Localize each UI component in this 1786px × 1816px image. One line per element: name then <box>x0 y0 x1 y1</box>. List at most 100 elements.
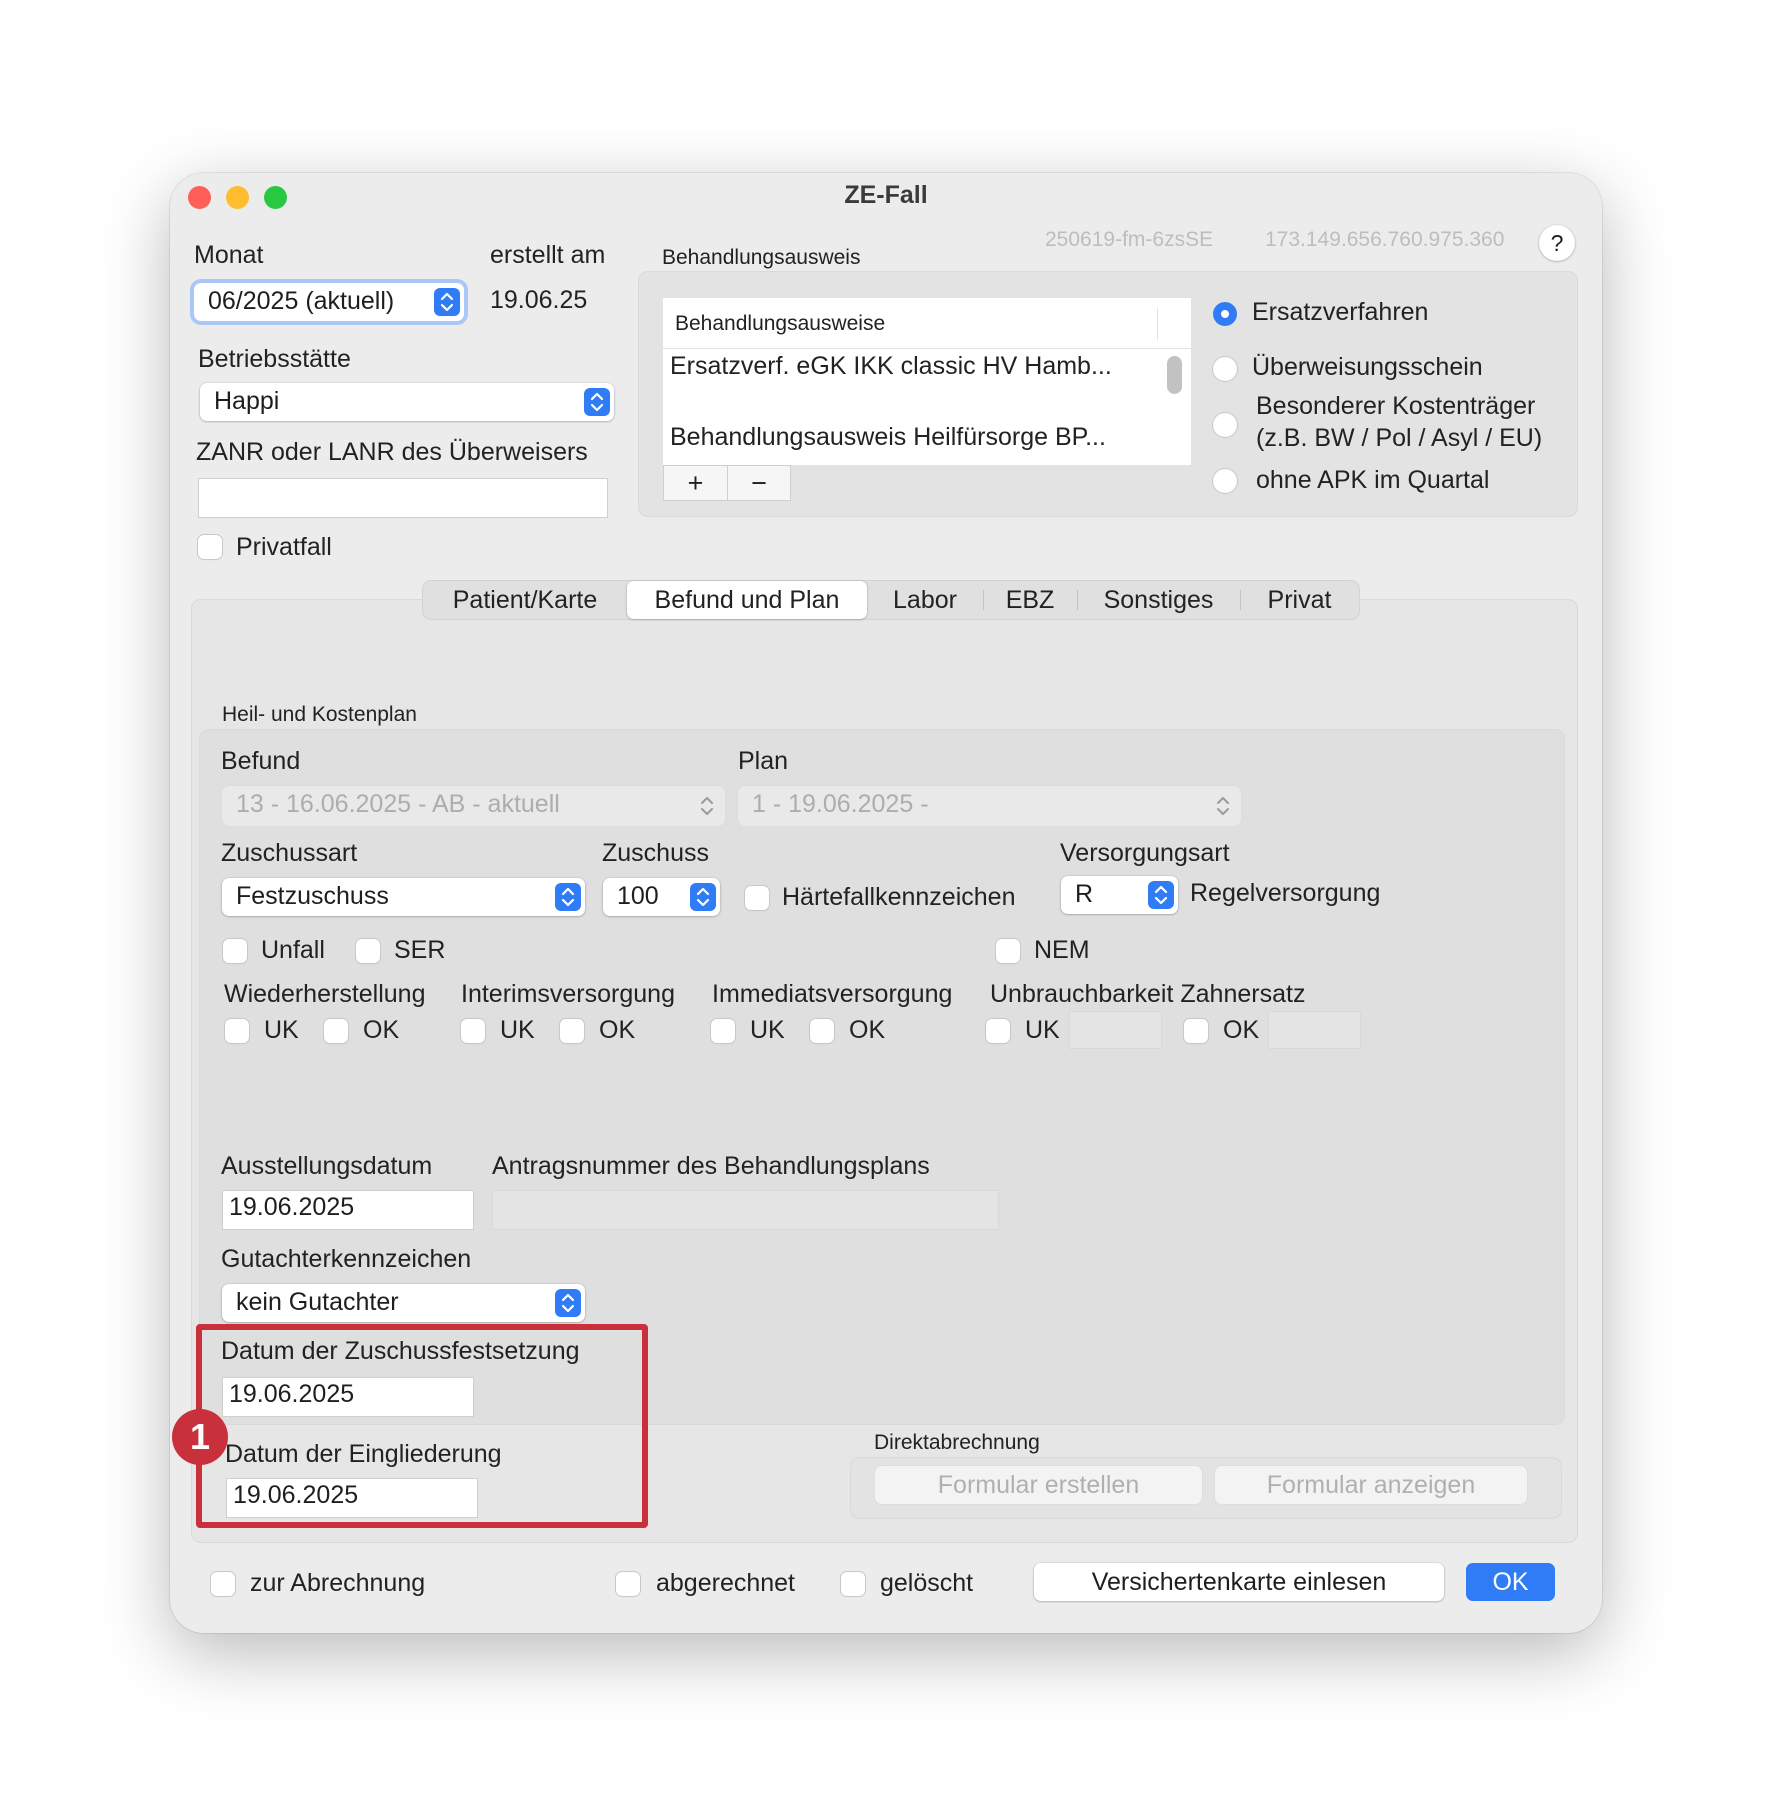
betriebsstaette-select[interactable]: Happi <box>200 383 614 421</box>
versichertenkarte-einlesen-button[interactable]: Versichertenkarte einlesen <box>1034 1563 1444 1601</box>
zur-abrechnung-checkbox[interactable] <box>211 1572 235 1596</box>
add-remove-control: + − <box>663 465 791 501</box>
befund-label: Befund <box>221 747 301 775</box>
tab-patient-karte[interactable]: Patient/Karte <box>423 581 627 619</box>
unfall-label: Unfall <box>261 936 325 964</box>
radio-ueberweisungsschein[interactable] <box>1213 357 1237 381</box>
zanr-input[interactable] <box>198 478 608 518</box>
uk-label: UK <box>500 1016 535 1044</box>
zuschuss-select[interactable]: 100 <box>603 878 720 916</box>
radio-besonderer-kostentraeger[interactable] <box>1213 413 1237 437</box>
immediats-uk-checkbox[interactable] <box>711 1019 735 1043</box>
zuschussart-label: Zuschussart <box>221 839 358 867</box>
ok-label: OK <box>363 1016 400 1044</box>
zuschuss-value: 100 <box>617 882 659 910</box>
tab-ebz[interactable]: EBZ <box>983 581 1077 619</box>
antragsnummer-label: Antragsnummer des Behandlungsplans <box>492 1152 930 1180</box>
ok-button[interactable]: OK <box>1466 1563 1555 1601</box>
uk-label: UK <box>264 1016 299 1044</box>
zuschussart-value: Festzuschuss <box>236 882 389 910</box>
unfall-checkbox[interactable] <box>223 939 247 963</box>
immediatsversorgung-label: Immediatsversorgung <box>712 980 953 1008</box>
monat-select[interactable]: 06/2025 (aktuell) <box>194 283 464 321</box>
chevron-updown-icon <box>434 288 460 316</box>
privatfall-checkbox[interactable] <box>198 535 222 559</box>
radio-ohne-apk-label: ohne APK im Quartal <box>1256 466 1490 494</box>
abgerechnet-checkbox[interactable] <box>616 1572 640 1596</box>
help-button[interactable]: ? <box>1539 225 1575 261</box>
formular-anzeigen-button[interactable]: Formular anzeigen <box>1215 1466 1527 1504</box>
ausstellungsdatum-label: Ausstellungsdatum <box>221 1152 433 1180</box>
list-item[interactable]: Behandlungsausweis Heilfürsorge BP... <box>670 423 1106 452</box>
befund-select[interactable]: 13 - 16.06.2025 - AB - aktuell <box>222 786 725 826</box>
haertefall-checkbox[interactable] <box>745 886 769 910</box>
monat-value: 06/2025 (aktuell) <box>208 287 395 315</box>
haertefall-label: Härtefallkennzeichen <box>782 883 1016 911</box>
radio-ueberweisungsschein-label: Überweisungsschein <box>1252 353 1483 381</box>
tab-sonstiges[interactable]: Sonstiges <box>1077 581 1240 619</box>
immediats-ok-checkbox[interactable] <box>810 1019 834 1043</box>
versorgungsart-description: Regelversorgung <box>1190 879 1381 907</box>
radio-besonderer-kostentraeger-label: Besonderer Kostenträger <box>1256 392 1536 420</box>
plan-value: 1 - 19.06.2025 - <box>752 790 929 818</box>
gutachter-label: Gutachterkennzeichen <box>221 1245 472 1273</box>
version-number: 173.149.656.760.975.360 <box>1265 228 1505 251</box>
ausstellungsdatum-input[interactable]: 19.06.2025 <box>222 1190 474 1230</box>
geloescht-checkbox[interactable] <box>841 1572 865 1596</box>
list-item[interactable]: Ersatzverf. eGK IKK classic HV Hamb... <box>670 352 1112 381</box>
zanr-label: ZANR oder LANR des Überweisers <box>196 438 588 466</box>
remove-button[interactable]: − <box>728 466 790 500</box>
direktabrechnung-group-label: Direktabrechnung <box>874 1431 1040 1454</box>
tab-labor[interactable]: Labor <box>867 581 983 619</box>
annotation-badge: 1 <box>172 1409 228 1465</box>
gutachter-select[interactable]: kein Gutachter <box>222 1284 585 1322</box>
zuschussart-select[interactable]: Festzuschuss <box>222 878 585 916</box>
ser-checkbox[interactable] <box>356 939 380 963</box>
chevron-updown-icon <box>555 1289 581 1317</box>
ok-label: OK <box>849 1016 886 1044</box>
erstellt-value: 19.06.25 <box>490 286 588 314</box>
list-header: Behandlungsausweise <box>675 312 886 335</box>
wiederherstellung-ok-checkbox[interactable] <box>324 1019 348 1043</box>
behandlungsausweis-list[interactable]: Behandlungsausweise Ersatzverf. eGK IKK … <box>663 298 1191 465</box>
add-button[interactable]: + <box>664 466 727 500</box>
behandlungsausweis-group-label: Behandlungsausweis <box>662 246 861 269</box>
unbrauchbarkeit-label: Unbrauchbarkeit Zahnersatz <box>990 980 1306 1008</box>
radio-besonderer-kostentraeger-sublabel: (z.B. BW / Pol / Asyl / EU) <box>1256 424 1543 452</box>
unbrauchbarkeit-ok-input[interactable] <box>1268 1011 1361 1049</box>
plan-select[interactable]: 1 - 19.06.2025 - <box>738 786 1241 826</box>
list-scrollbar[interactable] <box>1167 356 1182 394</box>
radio-ersatzverfahren[interactable] <box>1213 302 1237 326</box>
unbrauchbarkeit-uk-checkbox[interactable] <box>986 1019 1010 1043</box>
window-title: ZE-Fall <box>844 181 928 209</box>
highlight-box <box>196 1324 648 1528</box>
antragsnummer-input[interactable] <box>492 1190 999 1230</box>
chevron-updown-icon <box>690 883 716 911</box>
radio-ohne-apk[interactable] <box>1213 469 1237 493</box>
tab-befund-und-plan[interactable]: Befund und Plan <box>627 581 867 619</box>
befund-value: 13 - 16.06.2025 - AB - aktuell <box>236 790 560 818</box>
versorgungsart-label: Versorgungsart <box>1060 839 1230 867</box>
nem-checkbox[interactable] <box>996 939 1020 963</box>
privatfall-label: Privatfall <box>236 533 332 561</box>
unbrauchbarkeit-uk-input[interactable] <box>1069 1011 1162 1049</box>
ser-label: SER <box>394 936 446 964</box>
interimsversorgung-label: Interimsversorgung <box>461 980 675 1008</box>
plan-label: Plan <box>738 747 789 775</box>
erstellt-label: erstellt am <box>490 241 606 269</box>
wiederherstellung-uk-checkbox[interactable] <box>225 1019 249 1043</box>
chevron-updown-icon <box>555 883 581 911</box>
abgerechnet-label: abgerechnet <box>656 1569 796 1597</box>
zur-abrechnung-label: zur Abrechnung <box>250 1569 426 1597</box>
betriebsstaette-value: Happi <box>214 387 280 415</box>
formular-erstellen-button[interactable]: Formular erstellen <box>875 1466 1202 1504</box>
wiederherstellung-label: Wiederherstellung <box>224 980 426 1008</box>
interims-ok-checkbox[interactable] <box>560 1019 584 1043</box>
hkp-group-label: Heil- und Kostenplan <box>222 703 417 726</box>
unbrauchbarkeit-ok-checkbox[interactable] <box>1184 1019 1208 1043</box>
tab-privat[interactable]: Privat <box>1240 581 1359 619</box>
tab-bar: Patient/Karte Befund und Plan Labor EBZ … <box>423 581 1359 619</box>
interims-uk-checkbox[interactable] <box>461 1019 485 1043</box>
radio-ersatzverfahren-label: Ersatzverfahren <box>1252 298 1429 326</box>
versorgungsart-select[interactable]: R <box>1061 876 1178 914</box>
